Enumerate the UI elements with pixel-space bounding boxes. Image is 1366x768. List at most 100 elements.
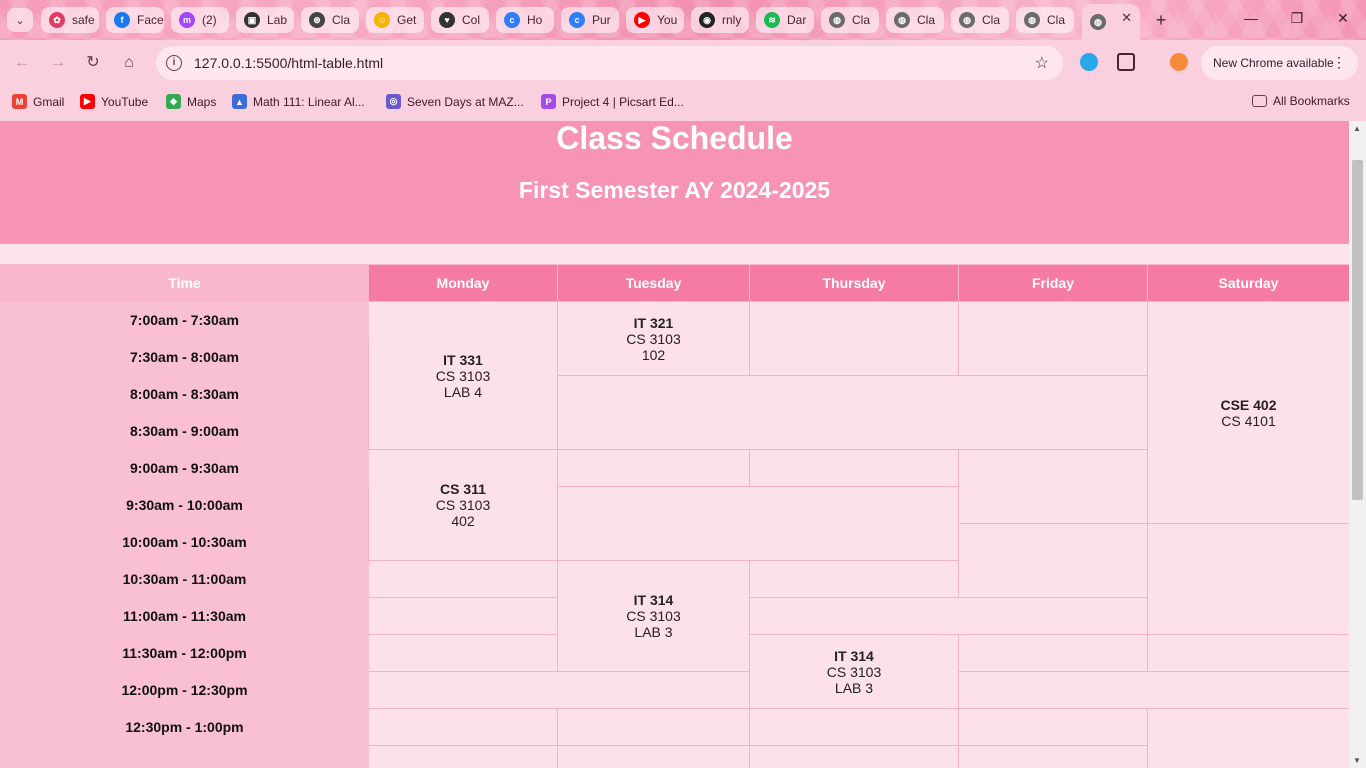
bookmark-favicon-icon: ▶ xyxy=(80,94,95,109)
empty-cell xyxy=(958,745,1148,768)
restore-button[interactable]: ❐ xyxy=(1287,10,1307,27)
forward-button[interactable]: → xyxy=(47,52,69,74)
all-bookmarks[interactable]: All Bookmarks xyxy=(1252,94,1350,108)
browser-tab[interactable]: ▶ You xyxy=(626,7,684,33)
tab-title: Cla xyxy=(332,13,351,27)
scrollbar-thumb[interactable] xyxy=(1352,160,1363,500)
tab-title: (2) xyxy=(202,13,217,27)
bookmark-item[interactable]: P Project 4 | Picsart Ed... xyxy=(541,94,684,109)
tab-favicon-icon: ⊛ xyxy=(309,12,325,28)
table-row xyxy=(0,745,1350,768)
bookmark-item[interactable]: ◎ Seven Days at MAZ... xyxy=(386,94,524,109)
empty-cell xyxy=(368,671,750,709)
bookmark-item[interactable]: M Gmail xyxy=(12,94,64,109)
bookmark-item[interactable]: ▶ YouTube xyxy=(80,94,148,109)
page-title: Class Schedule xyxy=(556,121,793,156)
empty-cell xyxy=(1147,634,1349,672)
bookmark-star-icon[interactable]: ☆ xyxy=(1035,53,1049,73)
scroll-up-icon[interactable]: ▲ xyxy=(1353,124,1361,133)
empty-cell xyxy=(958,301,1148,376)
page-viewport: Class Schedule First Semester AY 2024-20… xyxy=(0,121,1349,768)
browser-tab[interactable]: ≋ Dar xyxy=(756,7,814,33)
table-row: 7:00am - 7:30am IT 331 CS 3103 LAB 4 IT … xyxy=(0,301,1349,524)
tab-title: Dar xyxy=(787,13,807,27)
bookmarks-bar: M Gmail ▶ YouTube ◆ Maps ▲ Math 111: Linear Al.… xyxy=(0,86,1366,121)
browser-tab[interactable]: c Ho xyxy=(496,7,554,33)
active-tab[interactable]: ◍ ✕ xyxy=(1082,4,1140,40)
browser-tab[interactable]: ⊛ Cla xyxy=(301,7,359,33)
header-tuesday: Tuesday xyxy=(557,264,750,302)
extension-icon[interactable] xyxy=(1080,53,1098,71)
browser-tab[interactable]: ◍ Cla xyxy=(821,7,879,33)
tab-favicon-icon: ✿ xyxy=(49,12,65,28)
bookmark-label: YouTube xyxy=(101,94,149,109)
bookmark-label: Maps xyxy=(187,94,217,109)
bookmark-item[interactable]: ◆ Maps xyxy=(166,94,216,109)
tab-favicon-icon: ▣ xyxy=(244,12,260,28)
tab-favicon-icon: c xyxy=(504,12,520,28)
update-label: New Chrome available xyxy=(1213,56,1334,70)
page-banner: Class Schedule First Semester AY 2024-20… xyxy=(0,121,1349,244)
browser-tab[interactable]: ♥ Col xyxy=(431,7,489,33)
browser-tab[interactable]: ☺ Get xyxy=(366,7,424,33)
new-tab-button[interactable]: + xyxy=(1150,9,1172,31)
class-cell: IT 331 CS 3103 LAB 4 xyxy=(368,301,558,450)
browser-tab[interactable]: m (2) xyxy=(171,7,229,33)
folder-icon xyxy=(1252,95,1267,107)
address-bar[interactable]: i 127.0.0.1:5500/html-table.html ☆ xyxy=(156,46,1063,80)
header-time: Time xyxy=(0,264,369,302)
tab-title: Col xyxy=(462,13,481,27)
browser-tab[interactable]: ◍ Cla xyxy=(951,7,1009,33)
reload-button[interactable]: ↻ xyxy=(82,52,104,74)
browser-tab[interactable]: f Face xyxy=(106,7,164,33)
tab-favicon-icon: ▶ xyxy=(634,12,650,28)
tab-search-button[interactable]: ⌄ xyxy=(7,8,33,32)
table-row: 12:00pm - 12:30pm xyxy=(0,671,1349,709)
time-cell: 8:30am - 9:00am xyxy=(0,412,369,450)
browser-tab[interactable]: ▣ Lab xyxy=(236,7,294,33)
tab-favicon-icon: f xyxy=(114,12,130,28)
chrome-update-button[interactable]: New Chrome available ⋮ xyxy=(1201,46,1358,80)
vertical-scrollbar[interactable]: ▲ ▼ xyxy=(1349,121,1366,768)
browser-tab[interactable]: ✿ safe xyxy=(41,7,99,33)
time-cell: 10:30am - 11:00am xyxy=(0,560,369,598)
minimize-button[interactable]: — xyxy=(1241,10,1261,26)
back-button[interactable]: ← xyxy=(11,52,33,74)
browser-tab[interactable]: ◉ rnly xyxy=(691,7,749,33)
profile-avatar[interactable] xyxy=(1170,53,1188,71)
tab-title: safe xyxy=(72,13,95,27)
empty-cell xyxy=(958,708,1148,746)
browser-tab[interactable]: ◍ Cla xyxy=(1016,7,1074,33)
time-cell: 12:30pm - 1:00pm xyxy=(0,708,369,746)
class-cell: CSE 402 CS 4101 xyxy=(1147,301,1349,524)
time-cell: 9:00am - 9:30am xyxy=(0,449,369,487)
empty-cell xyxy=(749,597,1148,635)
tab-title: Face xyxy=(137,13,164,27)
url-text[interactable]: 127.0.0.1:5500/html-table.html xyxy=(194,55,383,71)
scroll-down-icon[interactable]: ▼ xyxy=(1353,756,1361,765)
site-info-icon[interactable]: i xyxy=(166,55,182,71)
empty-cell xyxy=(958,523,1148,598)
bookmark-favicon-icon: ◎ xyxy=(386,94,401,109)
time-cell: 11:30am - 12:00pm xyxy=(0,634,369,672)
close-window-button[interactable]: ✕ xyxy=(1333,10,1353,27)
menu-dots-icon[interactable]: ⋮ xyxy=(1332,54,1346,71)
tab-title: Cla xyxy=(852,13,871,27)
extensions-puzzle-icon[interactable] xyxy=(1117,53,1135,71)
empty-cell xyxy=(368,745,558,768)
browser-tab[interactable]: ◍ Cla xyxy=(886,7,944,33)
bookmark-item[interactable]: ▲ Math 111: Linear Al... xyxy=(232,94,365,109)
browser-tab[interactable]: c Pur xyxy=(561,7,619,33)
tab-title: Lab xyxy=(267,13,288,27)
empty-cell xyxy=(368,634,558,672)
table-row: 8:00am - 8:30am xyxy=(0,375,1350,450)
tab-title: Ho xyxy=(527,13,543,27)
empty-cell xyxy=(368,708,558,746)
chevron-down-icon: ⌄ xyxy=(15,14,25,27)
time-cell: 7:00am - 7:30am xyxy=(0,301,369,339)
home-button[interactable]: ⌂ xyxy=(118,52,140,74)
class-cell: IT 321 CS 3103 102 xyxy=(557,301,750,376)
page-subtitle: First Semester AY 2024-2025 xyxy=(518,177,831,203)
empty-cell xyxy=(958,634,1148,672)
close-tab-icon[interactable]: ✕ xyxy=(1121,10,1132,26)
